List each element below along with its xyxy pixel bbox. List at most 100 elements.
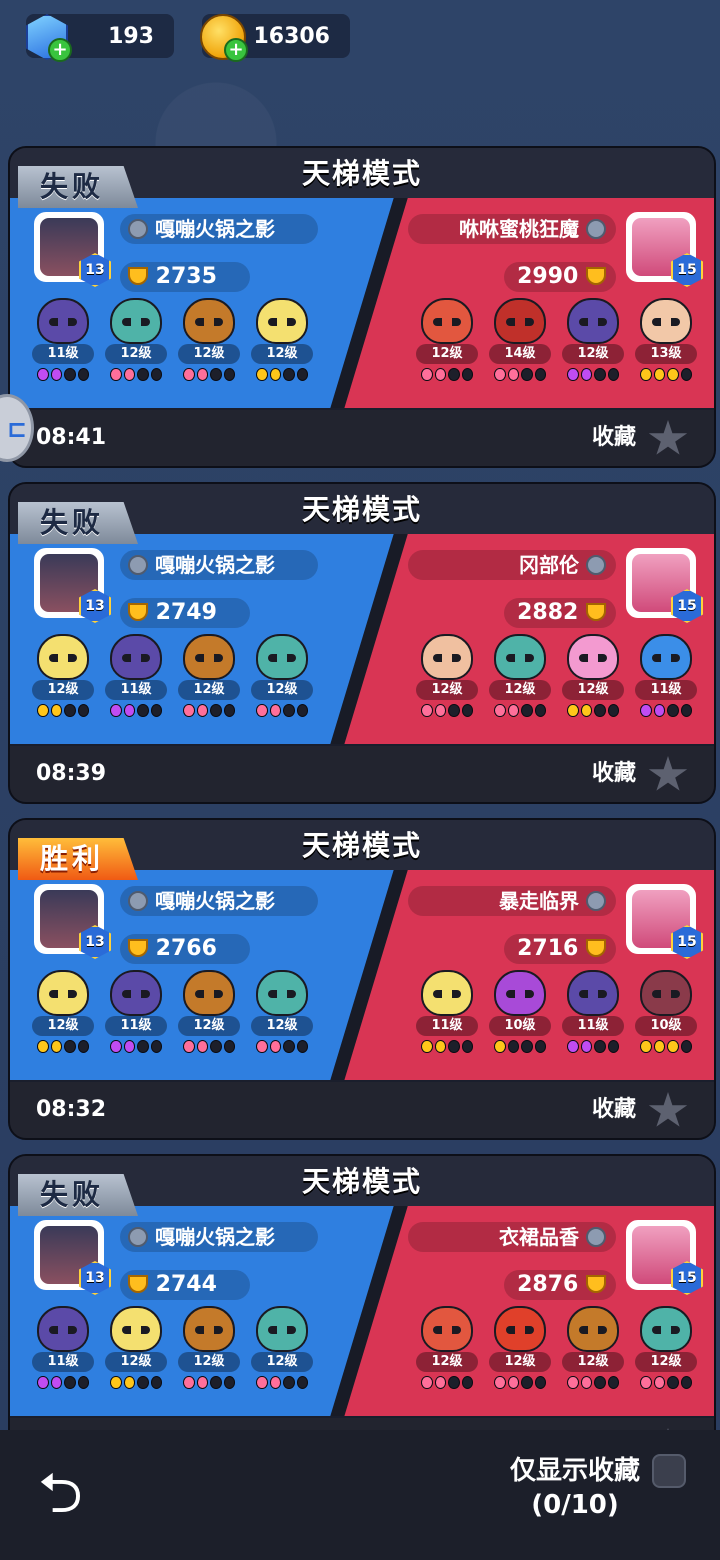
unit-card[interactable]: 12级 [176,634,242,730]
unit-card[interactable]: 11级 [30,298,96,394]
unit-stars [640,704,692,717]
unit-portrait [567,634,619,680]
unit-card[interactable]: 12级 [103,298,169,394]
right-player-avatar[interactable]: 15 [626,212,703,287]
back-button[interactable]: ⮌ [38,1466,100,1522]
favorite-star-icon[interactable] [648,1092,688,1127]
left-player-avatar[interactable]: 13 [34,548,111,623]
arena: 13 嘎嘣火锅之影 2735 咻咻蜜桃狂魔 2990 15 11级 12级 12… [10,198,714,408]
unit-stars [567,704,619,717]
unit-portrait [567,298,619,344]
card-footer: 08:32 收藏 [10,1082,714,1138]
unit-card[interactable]: 10级 [487,970,553,1066]
star-dot [680,1040,692,1053]
star-dot [567,1040,579,1053]
right-player-avatar[interactable]: 15 [626,548,703,623]
unit-card[interactable]: 12级 [249,634,315,730]
star-dot [567,368,579,381]
right-player-avatar[interactable]: 15 [626,884,703,959]
unit-stars [183,1040,235,1053]
unit-card[interactable]: 12级 [560,298,626,394]
unit-card[interactable]: 11级 [30,1306,96,1402]
star-dot [64,1376,76,1389]
star-dot [567,1376,579,1389]
star-dot [607,368,619,381]
star-dot [64,704,76,717]
right-player-score: 2882 [504,598,616,628]
unit-stars [256,704,308,717]
star-dot [37,1040,49,1053]
unit-level: 10级 [635,1016,697,1036]
favorite-star-icon[interactable] [648,420,688,455]
unit-stars [37,1040,89,1053]
unit-card[interactable]: 12级 [487,1306,553,1402]
star-dot [448,1040,460,1053]
unit-card[interactable]: 11级 [633,634,699,730]
unit-card[interactable]: 12级 [414,298,480,394]
left-player-avatar[interactable]: 13 [34,884,111,959]
unit-card[interactable]: 12级 [176,298,242,394]
gem-counter[interactable]: + 193 [26,14,174,62]
unit-card[interactable]: 12级 [414,1306,480,1402]
unit-card[interactable]: 10级 [633,970,699,1066]
unit-card[interactable]: 12级 [560,634,626,730]
match-card[interactable]: 天梯模式 失败 13 嘎嘣火锅之影 2744 衣裙品香 2876 15 11级 … [8,1154,716,1476]
star-dot [283,368,295,381]
star-dot [150,1376,162,1389]
unit-card[interactable]: 12级 [103,1306,169,1402]
star-dot [150,368,162,381]
unit-card[interactable]: 12级 [249,1306,315,1402]
star-dot [507,704,519,717]
only-favorites-checkbox[interactable] [652,1454,686,1488]
star-dot [137,1376,149,1389]
add-gem-icon[interactable]: + [48,38,72,62]
unit-level: 12级 [178,344,240,364]
right-player-avatar[interactable]: 15 [626,1220,703,1295]
unit-portrait [183,634,235,680]
unit-card[interactable]: 11级 [103,634,169,730]
unit-card[interactable]: 11级 [560,970,626,1066]
star-dot [296,704,308,717]
match-card[interactable]: 天梯模式 失败 13 嘎嘣火锅之影 2749 冈部伦 2882 15 12级 1… [8,482,716,804]
coin-counter[interactable]: + 16306 [200,14,350,62]
unit-card[interactable]: 12级 [560,1306,626,1402]
star-dot [123,368,135,381]
right-team: 12级 14级 12级 13级 [404,298,704,398]
unit-card[interactable]: 12级 [633,1306,699,1402]
match-card[interactable]: 天梯模式 胜利 13 嘎嘣火锅之影 2766 暴走临界 2716 15 12级 … [8,818,716,1140]
star-dot [37,704,49,717]
unit-card[interactable]: 12级 [30,970,96,1066]
left-player-avatar[interactable]: 13 [34,212,111,287]
unit-card[interactable]: 12级 [176,970,242,1066]
star-dot [434,704,446,717]
unit-portrait [256,1306,308,1352]
star-dot [507,1376,519,1389]
unit-card[interactable]: 12级 [414,634,480,730]
unit-card[interactable]: 11级 [414,970,480,1066]
unit-card[interactable]: 14级 [487,298,553,394]
unit-card[interactable]: 12级 [249,298,315,394]
unit-card[interactable]: 12级 [176,1306,242,1402]
star-dot [269,1040,281,1053]
left-player-name: 嘎嘣火锅之影 [120,550,318,580]
add-coin-icon[interactable]: + [224,38,248,62]
star-dot [580,704,592,717]
unit-card[interactable]: 12级 [249,970,315,1066]
favorite-star-icon[interactable] [648,756,688,791]
unit-portrait [494,634,546,680]
star-dot [110,1376,122,1389]
star-dot [150,1040,162,1053]
unit-card[interactable]: 12级 [487,634,553,730]
unit-card[interactable]: 12级 [30,634,96,730]
star-dot [50,704,62,717]
match-card[interactable]: 天梯模式 失败 13 嘎嘣火锅之影 2735 咻咻蜜桃狂魔 2990 15 11… [8,146,716,468]
unit-portrait [183,1306,235,1352]
unit-card[interactable]: 11级 [103,970,169,1066]
star-dot [210,368,222,381]
unit-portrait [640,298,692,344]
left-player-avatar[interactable]: 13 [34,1220,111,1295]
star-dot [580,1040,592,1053]
star-dot [283,704,295,717]
mode-title: 天梯模式 [301,1165,422,1198]
unit-card[interactable]: 13级 [633,298,699,394]
